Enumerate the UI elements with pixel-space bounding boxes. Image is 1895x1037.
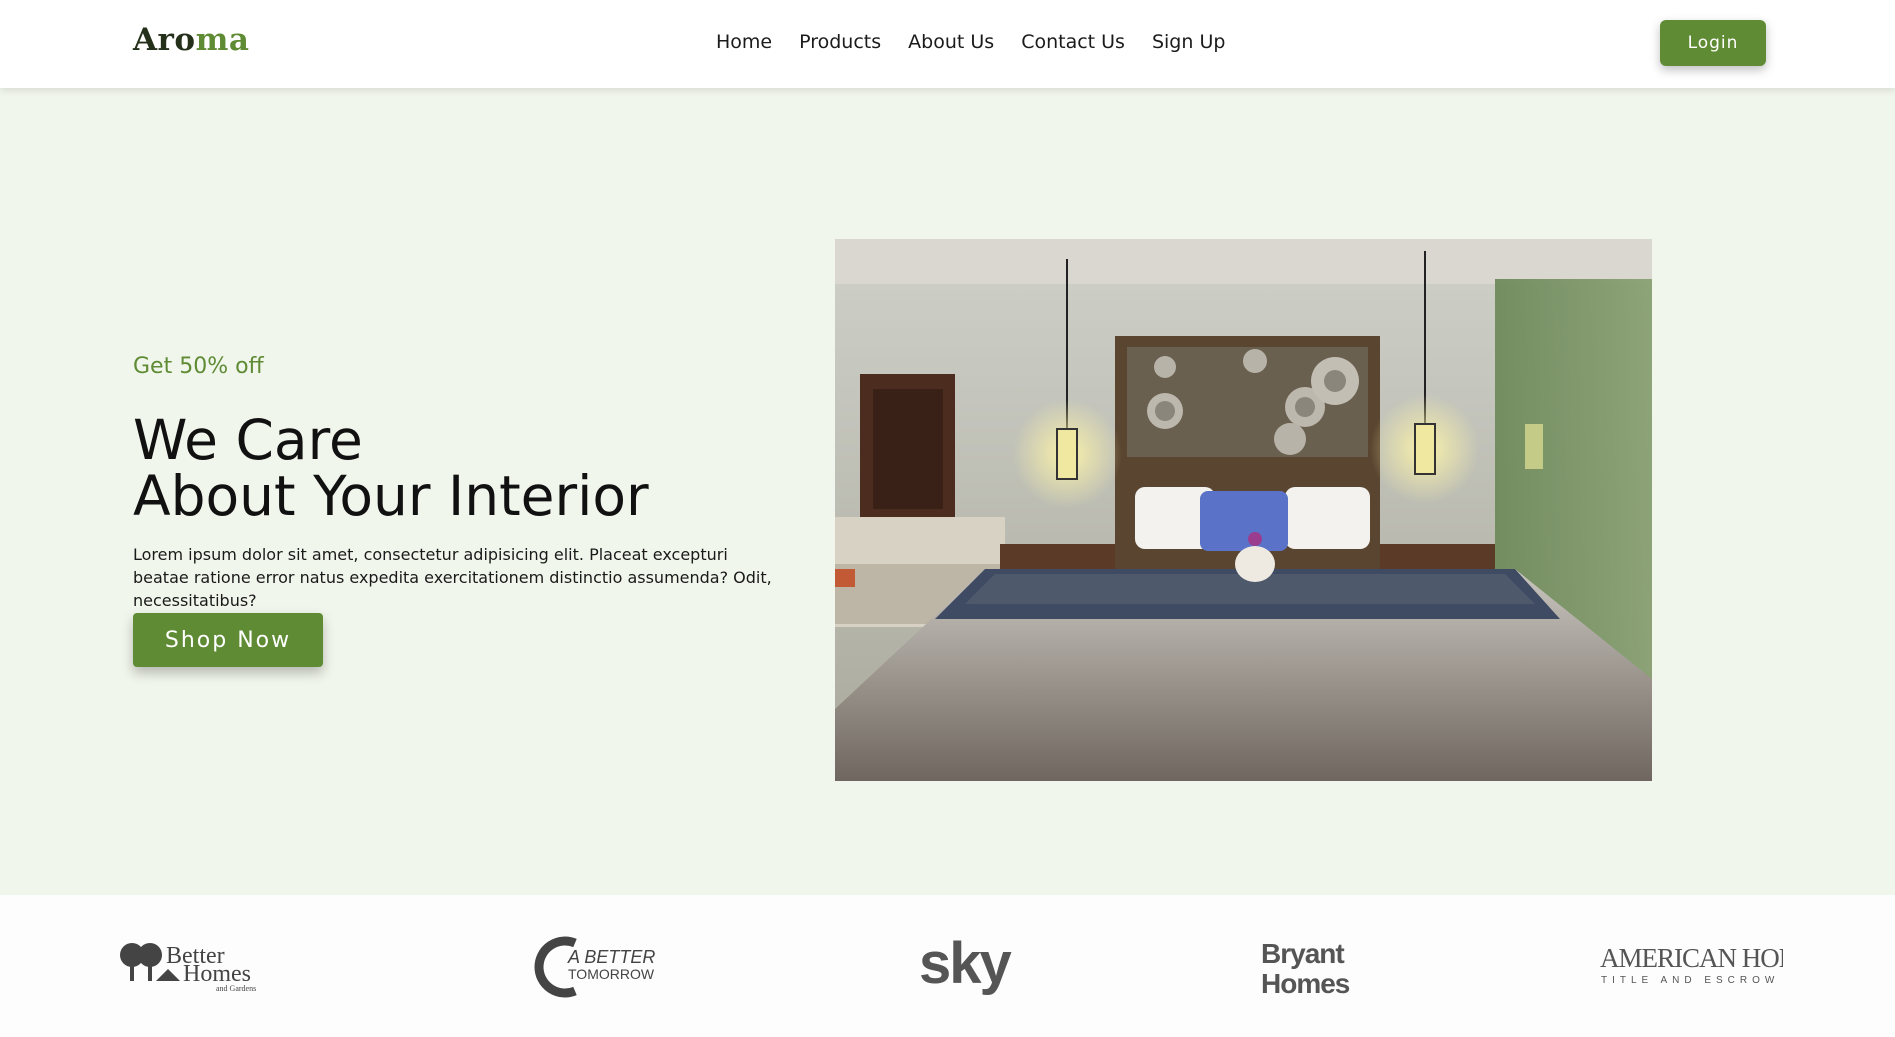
sky-text: sky (919, 931, 1012, 996)
american-home-line-1: AMERICAN HOME (1600, 943, 1783, 973)
a-better-tomorrow-line-1: A BETTER (567, 947, 655, 967)
logo[interactable]: Aroma (133, 22, 249, 58)
a-better-tomorrow-logo: A BETTER TOMORROW (530, 925, 680, 1005)
better-homes-line-3: and Gardens (216, 984, 256, 993)
headline-line-1: We Care (133, 408, 363, 472)
american-home-line-2: TITLE AND ESCROW (1601, 975, 1779, 986)
nav-contact-us[interactable]: Contact Us (1021, 31, 1125, 53)
american-home-logo: AMERICAN HOME TITLE AND ESCROW (1598, 925, 1783, 1005)
nav-sign-up[interactable]: Sign Up (1152, 31, 1225, 53)
hero-headline: We Care About Your Interior (133, 412, 649, 524)
bedroom-illustration (835, 239, 1652, 781)
bryant-homes-logo: Bryant Homes (1255, 925, 1365, 1005)
hero-section: Get 50% off We Care About Your Interior … (0, 88, 1895, 895)
login-button[interactable]: Login (1660, 20, 1766, 66)
main-nav: Home Products About Us Contact Us Sign U… (716, 31, 1225, 53)
nav-about-us[interactable]: About Us (908, 31, 994, 53)
bryant-homes-line-2: Homes (1261, 968, 1350, 999)
hero-description: Lorem ipsum dolor sit amet, consectetur … (133, 545, 772, 610)
better-homes-logo: Better Homes and Gardens (118, 925, 293, 1005)
site-header: Aroma Home Products About Us Contact Us … (0, 0, 1895, 88)
shop-now-button[interactable]: Shop Now (133, 613, 323, 667)
a-better-tomorrow-icon: A BETTER TOMORROW (534, 936, 655, 998)
bedroom-image (835, 239, 1652, 781)
a-better-tomorrow-line-2: TOMORROW (568, 966, 655, 982)
sky-logo: sky (915, 925, 1025, 1005)
brand-logos-strip: Better Homes and Gardens A BETTER TOMORR… (0, 895, 1895, 1037)
bryant-homes-line-1: Bryant (1261, 938, 1344, 969)
promo-text: Get 50% off (133, 354, 264, 379)
headline-line-2: About Your Interior (133, 464, 649, 528)
nav-home[interactable]: Home (716, 31, 772, 53)
sky-icon: sky (919, 931, 1014, 996)
logo-part-1: Aro (133, 22, 196, 58)
american-home-icon: AMERICAN HOME TITLE AND ESCROW (1600, 943, 1783, 986)
bryant-homes-icon: Bryant Homes (1261, 938, 1351, 999)
better-homes-icon: Better Homes and Gardens (120, 943, 256, 993)
logo-part-2: ma (195, 22, 250, 58)
nav-products[interactable]: Products (799, 31, 881, 53)
